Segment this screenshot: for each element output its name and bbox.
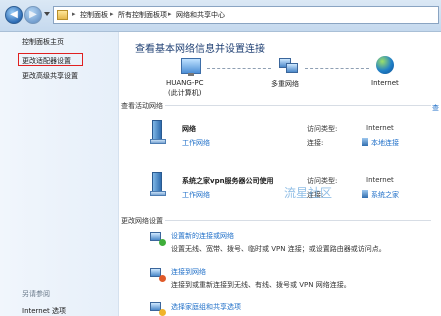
address-bar[interactable]: ▸ 控制面板 ▸ 所有控制面板项 ▸ 网络和共享中心: [53, 6, 439, 24]
access-type-label: 访问类型:: [307, 125, 338, 133]
connector-line: [207, 68, 271, 69]
main-panel: 查看基本网络信息并设置连接 HUANG-PC (此计算机) 多重网络 Inter…: [119, 32, 441, 316]
access-type-value: Internet: [366, 124, 394, 132]
see-also-heading: 另请参阅: [22, 290, 50, 298]
setup-connection-desc: 设置无线、宽带、拨号、临时或 VPN 连接；或设置路由器或访问点。: [171, 245, 386, 253]
computer-icon: [181, 58, 201, 76]
network-type-link[interactable]: 工作网络: [182, 138, 210, 148]
view-full-map-link[interactable]: 查: [432, 103, 439, 113]
connection-icon: [362, 138, 368, 146]
setup-connection-link[interactable]: 设置新的连接或网络: [171, 231, 234, 241]
forward-button[interactable]: ▶: [24, 6, 42, 24]
breadcrumb-all-items[interactable]: 所有控制面板项: [118, 10, 167, 20]
page-title: 查看基本网络信息并设置连接: [135, 44, 265, 55]
divider: [165, 105, 431, 106]
divider: [165, 220, 431, 221]
connector-line: [305, 68, 369, 69]
pc-name: HUANG-PC: [166, 79, 204, 87]
network-server-icon: [150, 120, 166, 144]
title-bar: ◀ ▶ ▸ 控制面板 ▸ 所有控制面板项 ▸ 网络和共享中心: [0, 0, 441, 32]
network-icon: [279, 58, 298, 73]
network-name: 网络: [182, 125, 196, 133]
control-panel-icon: [57, 10, 68, 20]
sidebar-item-control-panel-home[interactable]: 控制面板主页: [22, 37, 64, 47]
back-button[interactable]: ◀: [5, 6, 23, 24]
connect-network-icon: [150, 268, 166, 282]
connect-network-desc: 连接到或重新连接到无线、有线、拨号或 VPN 网络连接。: [171, 281, 351, 289]
network-label: 多重网络: [271, 80, 299, 88]
pc-sub: (此计算机): [168, 89, 202, 97]
connect-network-link[interactable]: 连接到网络: [171, 267, 206, 277]
recent-pages-dropdown[interactable]: [44, 12, 50, 16]
access-type-value: Internet: [366, 176, 394, 184]
sidebar-item-internet-options[interactable]: Internet 选项: [22, 306, 66, 316]
connection-link[interactable]: 系统之家: [371, 190, 399, 200]
chevron-right-icon: ▸: [168, 10, 172, 18]
internet-globe-icon: [376, 56, 394, 74]
watermark: 流星社区: [284, 186, 333, 200]
sidebar-item-advanced-sharing[interactable]: 更改高级共享设置: [22, 71, 78, 81]
network-type-link[interactable]: 工作网络: [182, 190, 210, 200]
connection-link[interactable]: 本地连接: [371, 138, 399, 148]
homegroup-link[interactable]: 选择家庭组和共享选项: [171, 302, 241, 312]
network-name: 系统之家vpn服务器公司使用: [182, 177, 274, 185]
breadcrumb-control-panel[interactable]: 控制面板: [80, 10, 108, 20]
change-settings-heading: 更改网络设置: [121, 217, 163, 225]
sidebar-item-change-adapter-settings[interactable]: 更改适配器设置: [22, 56, 71, 66]
network-server-icon: [150, 172, 166, 196]
internet-label: Internet: [371, 79, 399, 87]
chevron-right-icon: ▸: [72, 10, 76, 18]
homegroup-icon: [150, 302, 166, 316]
connection-icon: [362, 190, 368, 198]
active-networks-heading: 查看活动网络: [121, 102, 163, 110]
new-connection-icon: [150, 232, 166, 246]
chevron-right-icon: ▸: [110, 10, 114, 18]
connection-label: 连接:: [307, 139, 324, 147]
breadcrumb-network-center[interactable]: 网络和共享中心: [176, 10, 225, 20]
